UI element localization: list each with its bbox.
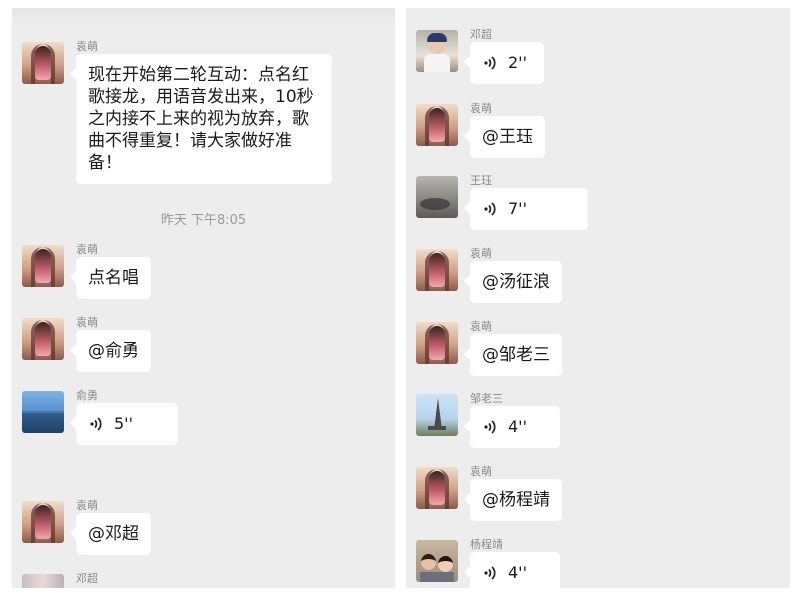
avatar[interactable]: [416, 322, 458, 364]
message-item: 俞勇 5'': [22, 387, 385, 451]
sender-name: 袁萌: [76, 499, 98, 512]
voice-wave-icon: [90, 417, 102, 431]
voice-wave-icon: [484, 56, 496, 70]
message-bubble[interactable]: 现在开始第二轮互动：点名红歌接龙，用语音发出来，10秒之内接不上来的视为放弃，歌…: [70, 54, 332, 184]
scroll-edge: [12, 8, 395, 22]
voice-wave-icon: [484, 420, 496, 434]
message-item: 袁萌 @汤征浪: [416, 245, 780, 309]
voice-wave-icon: [484, 566, 496, 580]
sender-name: 邓超: [76, 572, 98, 585]
avatar[interactable]: [22, 391, 64, 433]
voice-duration: 4'': [508, 417, 527, 436]
voice-message-bubble[interactable]: 5'': [70, 403, 178, 445]
voice-duration: 2'': [508, 53, 527, 72]
message-bubble[interactable]: @汤征浪: [464, 261, 562, 303]
message-item: 袁萌 @王珏: [416, 100, 780, 164]
sender-name: 袁萌: [76, 40, 98, 53]
voice-message-bubble[interactable]: 4'': [464, 552, 560, 588]
message-item: 袁萌 点名唱: [22, 241, 385, 305]
message-item: 邓超: [22, 570, 385, 588]
avatar[interactable]: [416, 176, 458, 218]
timestamp: 昨天 下午8:05: [160, 213, 247, 228]
message-item: 袁萌 @邹老三: [416, 318, 780, 382]
voice-message-bubble[interactable]: 7'': [464, 188, 588, 230]
avatar[interactable]: [22, 574, 64, 588]
message-bubble[interactable]: @邓超: [70, 513, 151, 555]
voice-duration: 7'': [508, 199, 527, 218]
sender-name: 邹老三: [470, 392, 503, 405]
chat-panel-left: 袁萌 现在开始第二轮互动：点名红歌接龙，用语音发出来，10秒之内接不上来的视为放…: [12, 8, 395, 588]
message-item: 袁萌 @俞勇: [22, 314, 385, 378]
avatar[interactable]: [22, 501, 64, 543]
avatar[interactable]: [416, 30, 458, 72]
sender-name: 袁萌: [470, 465, 492, 478]
voice-message-bubble[interactable]: 2'': [464, 42, 544, 84]
avatar[interactable]: [416, 249, 458, 291]
message-item: 袁萌 现在开始第二轮互动：点名红歌接龙，用语音发出来，10秒之内接不上来的视为放…: [22, 38, 385, 188]
avatar[interactable]: [416, 540, 458, 582]
sender-name: 袁萌: [470, 102, 492, 115]
message-item: 袁萌 @邓超: [22, 497, 385, 561]
avatar[interactable]: [416, 467, 458, 509]
message-bubble[interactable]: @王珏: [464, 116, 545, 158]
avatar[interactable]: [22, 245, 64, 287]
message-bubble[interactable]: @杨程靖: [464, 479, 562, 521]
message-bubble[interactable]: 点名唱: [70, 257, 151, 299]
avatar[interactable]: [22, 318, 64, 360]
message-bubble[interactable]: @俞勇: [70, 330, 151, 372]
voice-duration: 4'': [508, 563, 527, 582]
avatar[interactable]: [416, 104, 458, 146]
message-item: 杨程靖 4'': [416, 536, 780, 588]
message-item: 王珏 7'': [416, 172, 780, 236]
chat-panel-right: 邓超 2'' 袁萌 @王珏 王珏 7'' 袁萌 @汤征浪 袁萌 @邹老三 邹老三…: [406, 8, 790, 588]
sender-name: 俞勇: [76, 389, 98, 402]
avatar[interactable]: [22, 42, 64, 84]
sender-name: 杨程靖: [470, 538, 503, 551]
message-item: 邓超 2'': [416, 26, 780, 90]
voice-message-bubble[interactable]: 4'': [464, 406, 560, 448]
message-bubble[interactable]: @邹老三: [464, 334, 562, 376]
message-item: 袁萌 @杨程靖: [416, 463, 780, 527]
sender-name: 袁萌: [470, 247, 492, 260]
sender-name: 袁萌: [76, 316, 98, 329]
sender-name: 邓超: [470, 28, 492, 41]
avatar[interactable]: [416, 394, 458, 436]
voice-duration: 5'': [114, 414, 133, 433]
sender-name: 袁萌: [76, 243, 98, 256]
sender-name: 王珏: [470, 174, 492, 187]
sender-name: 袁萌: [470, 320, 492, 333]
voice-wave-icon: [484, 202, 496, 216]
message-item: 邹老三 4'': [416, 390, 780, 454]
